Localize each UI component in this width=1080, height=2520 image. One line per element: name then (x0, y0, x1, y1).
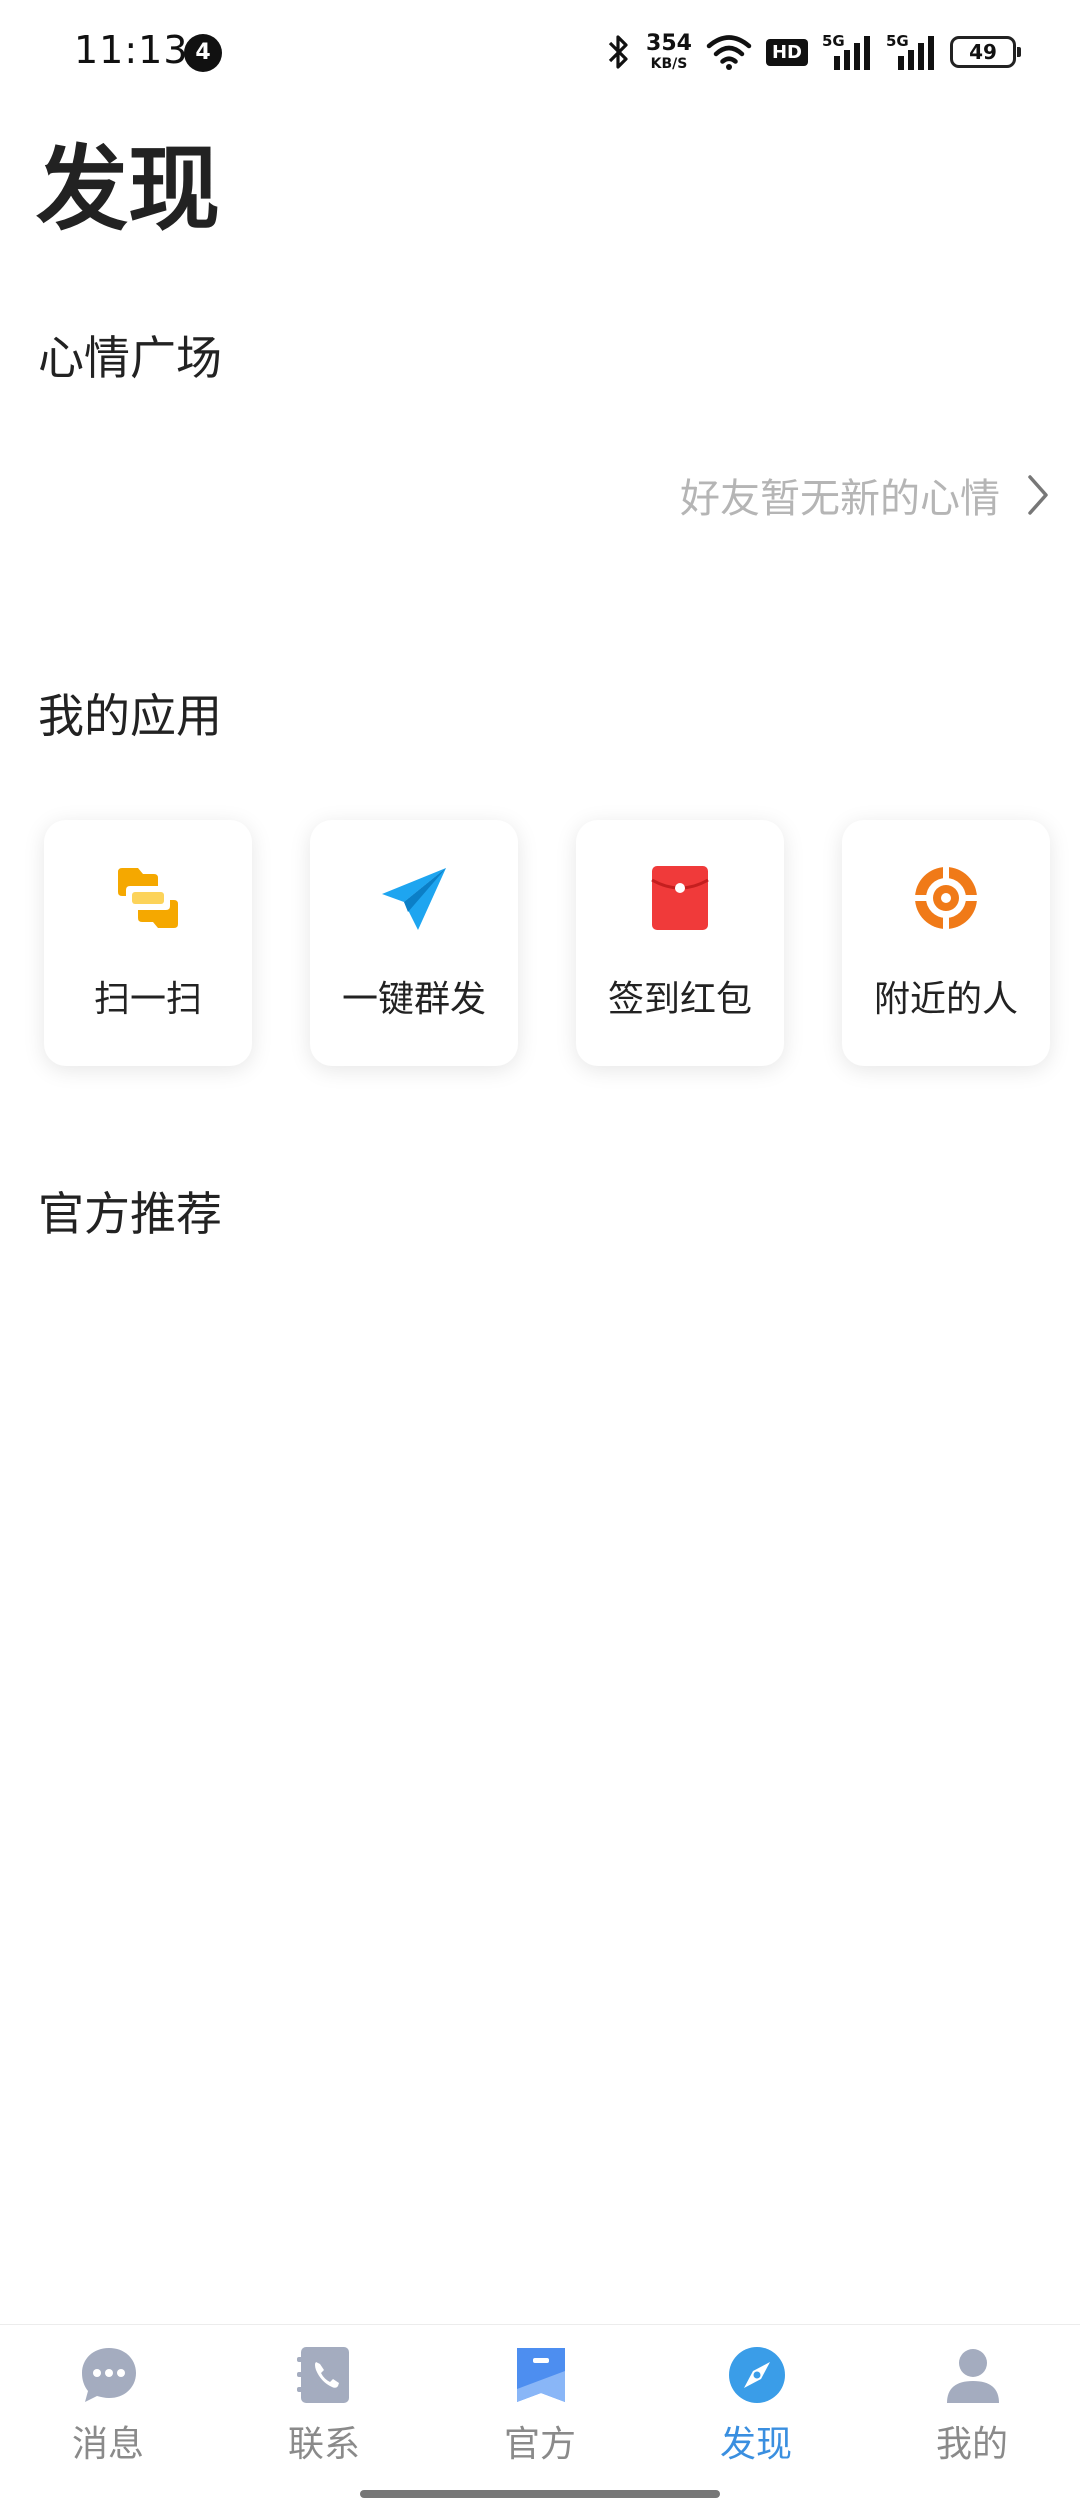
bluetooth-icon (608, 35, 628, 69)
network-speed: 354 KB/S (646, 31, 692, 72)
page-title: 发现 (36, 136, 221, 243)
mood-square-title: 心情广场 (38, 331, 222, 385)
status-bar: 11:13 4 354 KB/S HD 5G 5G 49 (0, 0, 1080, 100)
official-bookmark-icon (517, 2348, 565, 2402)
paper-plane-icon (382, 868, 446, 930)
app-scan-label: 扫一扫 (93, 979, 202, 1020)
nav-item-discover[interactable]: 发现 (648, 2325, 864, 2475)
signal-sim2-icon: 5G (886, 32, 936, 72)
mood-square-entry[interactable]: 好友暂无新的心情 (680, 462, 1050, 528)
notification-count-badge: 4 (184, 34, 222, 72)
phone-book-icon (297, 2347, 349, 2403)
mood-empty-text: 好友暂无新的心情 (680, 476, 1000, 522)
home-indicator[interactable] (360, 2490, 720, 2498)
nav-item-messages[interactable]: 消息 (0, 2325, 216, 2475)
nav-official-label: 官方 (503, 2424, 576, 2465)
my-apps-title: 我的应用 (38, 689, 222, 743)
red-envelope-icon (651, 866, 709, 930)
network-speed-unit: KB/S (650, 56, 688, 72)
nav-item-mine[interactable]: 我的 (864, 2325, 1080, 2475)
nav-item-official[interactable]: 官方 (432, 2325, 648, 2475)
app-broadcast[interactable]: 一键群发 (310, 820, 518, 1066)
chevron-right-icon (1028, 475, 1048, 515)
signal-sim1-icon: 5G (822, 32, 872, 72)
compass-icon (729, 2347, 785, 2403)
chat-bubble-icon (82, 2348, 136, 2402)
battery-indicator: 49 (950, 36, 1021, 68)
app-signin-redpacket[interactable]: 签到红包 (576, 820, 784, 1066)
app-nearby-people-label: 附近的人 (873, 979, 1018, 1020)
app-nearby-people[interactable]: 附近的人 (842, 820, 1050, 1066)
hd-badge: HD (765, 38, 808, 66)
location-target-icon (914, 866, 978, 930)
nav-contacts-label: 联系 (287, 2424, 360, 2465)
app-scan[interactable]: 扫一扫 (44, 820, 252, 1066)
app-signin-redpacket-label: 签到红包 (607, 979, 752, 1020)
nav-mine-label: 我的 (935, 2424, 1008, 2465)
status-time: 11:13 (74, 28, 189, 72)
scan-icon (118, 868, 178, 928)
nav-discover-label: 发现 (719, 2424, 792, 2465)
nav-item-contacts[interactable]: 联系 (216, 2325, 432, 2475)
status-icons: 354 KB/S HD 5G 5G 49 (604, 30, 1021, 74)
nav-messages-label: 消息 (71, 2424, 144, 2465)
wifi-icon (706, 35, 752, 70)
official-recommend-title: 官方推荐 (38, 1187, 222, 1241)
network-speed-value: 354 (646, 31, 692, 56)
app-broadcast-label: 一键群发 (341, 979, 486, 1020)
person-icon (947, 2349, 999, 2403)
discover-screen: 11:13 4 354 KB/S HD 5G 5G 49 发现 心情广场 好友暂… (0, 0, 1080, 2520)
my-apps-grid: 扫一扫 一键群发 签到红包 附近的人 (44, 820, 1054, 1066)
